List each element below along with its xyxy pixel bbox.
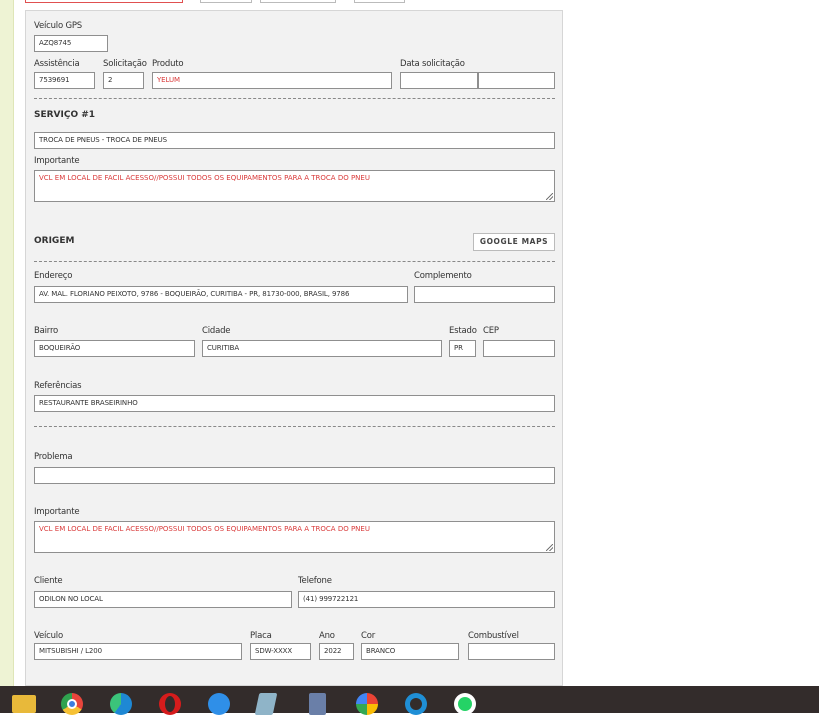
- ano-label: Ano: [319, 631, 335, 641]
- edge-icon[interactable]: [110, 693, 132, 715]
- origem-title: ORIGEM: [34, 236, 75, 246]
- top-field-b[interactable]: [260, 0, 336, 3]
- telefone-field[interactable]: (41) 999722121: [298, 591, 555, 608]
- veiculo-label: Veículo: [34, 631, 63, 641]
- problema-importante-textarea[interactable]: VCL EM LOCAL DE FACIL ACESSO//POSSUI TOD…: [34, 521, 555, 553]
- data-solicitacao-time-field[interactable]: [478, 72, 555, 89]
- complemento-label: Complemento: [414, 271, 472, 281]
- estado-field[interactable]: PR: [449, 340, 476, 357]
- cor-label: Cor: [361, 631, 376, 641]
- divider: [34, 426, 555, 427]
- windows-taskbar: [0, 686, 819, 715]
- bairro-field[interactable]: BOQUEIRÃO: [34, 340, 195, 357]
- servico-importante-label: Importante: [34, 156, 80, 166]
- placa-label: Placa: [250, 631, 272, 641]
- opera-icon[interactable]: [159, 693, 181, 715]
- complemento-field[interactable]: [414, 286, 555, 303]
- cep-field[interactable]: [483, 340, 555, 357]
- assistencia-label: Assistência: [34, 59, 80, 69]
- solicitacao-field[interactable]: 2: [103, 72, 144, 89]
- cidade-field[interactable]: CURITIBA: [202, 340, 442, 357]
- google-maps-button[interactable]: GOOGLE MAPS: [473, 233, 555, 251]
- telefone-label: Telefone: [298, 576, 332, 586]
- divider: [34, 261, 555, 262]
- google-maps-icon[interactable]: [356, 693, 378, 715]
- endereco-label: Endereço: [34, 271, 73, 281]
- servico-field[interactable]: TROCA DE PNEUS - TROCA DE PNEUS: [34, 132, 555, 149]
- data-solicitacao-date-field[interactable]: [400, 72, 478, 89]
- servico-importante-textarea[interactable]: VCL EM LOCAL DE FACIL ACESSO//POSSUI TOD…: [34, 170, 555, 202]
- resize-grip-icon[interactable]: [546, 544, 553, 551]
- search-app-icon[interactable]: [405, 693, 427, 715]
- cep-label: CEP: [483, 326, 499, 336]
- resize-grip-icon[interactable]: [546, 193, 553, 200]
- bairro-label: Bairro: [34, 326, 59, 336]
- cliente-label: Cliente: [34, 576, 63, 586]
- cor-field[interactable]: BRANCO: [361, 643, 459, 660]
- veiculo-gps-field[interactable]: AZQ8745: [34, 35, 108, 52]
- produto-field[interactable]: YELUM: [152, 72, 392, 89]
- placa-field[interactable]: SDW-XXXX: [250, 643, 311, 660]
- calculator-icon[interactable]: [309, 693, 326, 715]
- veiculo-gps-label: Veículo GPS: [34, 21, 82, 31]
- problema-label: Problema: [34, 452, 73, 462]
- chrome-icon[interactable]: [61, 693, 83, 715]
- solicitacao-label: Solicitação: [103, 59, 147, 69]
- problema-field[interactable]: [34, 467, 555, 484]
- top-field-a[interactable]: [200, 0, 252, 3]
- top-field-c[interactable]: [354, 0, 405, 3]
- data-solicitacao-label: Data solicitação: [400, 59, 465, 69]
- estado-label: Estado: [449, 326, 477, 336]
- service-form-panel: Veículo GPS AZQ8745 Assistência Solicita…: [25, 10, 563, 686]
- divider: [34, 98, 555, 99]
- problema-importante-text: VCL EM LOCAL DE FACIL ACESSO//POSSUI TOD…: [39, 525, 370, 533]
- problema-importante-label: Importante: [34, 507, 80, 517]
- left-page-strip: [0, 0, 14, 686]
- assistencia-field[interactable]: 7539691: [34, 72, 95, 89]
- phone-icon[interactable]: [208, 693, 230, 715]
- servico-title: SERVIÇO #1: [34, 110, 96, 120]
- cidade-label: Cidade: [202, 326, 231, 336]
- referencias-field[interactable]: RESTAURANTE BRASEIRINHO: [34, 395, 555, 412]
- endereco-field[interactable]: AV. MAL. FLORIANO PEIXOTO, 9786 - BOQUEI…: [34, 286, 408, 303]
- veiculo-field[interactable]: MITSUBISHI / L200: [34, 643, 242, 660]
- cliente-field[interactable]: ODILON NO LOCAL: [34, 591, 292, 608]
- notepad-icon[interactable]: [254, 693, 278, 715]
- ano-field[interactable]: 2022: [319, 643, 354, 660]
- whatsapp-icon[interactable]: [454, 693, 476, 715]
- produto-label: Produto: [152, 59, 184, 69]
- servico-importante-text: VCL EM LOCAL DE FACIL ACESSO//POSSUI TOD…: [39, 174, 370, 182]
- combustivel-field[interactable]: [468, 643, 555, 660]
- file-explorer-icon[interactable]: [12, 695, 36, 713]
- referencias-label: Referências: [34, 381, 82, 391]
- combustivel-label: Combustível: [468, 631, 519, 641]
- top-red-field[interactable]: [25, 0, 183, 3]
